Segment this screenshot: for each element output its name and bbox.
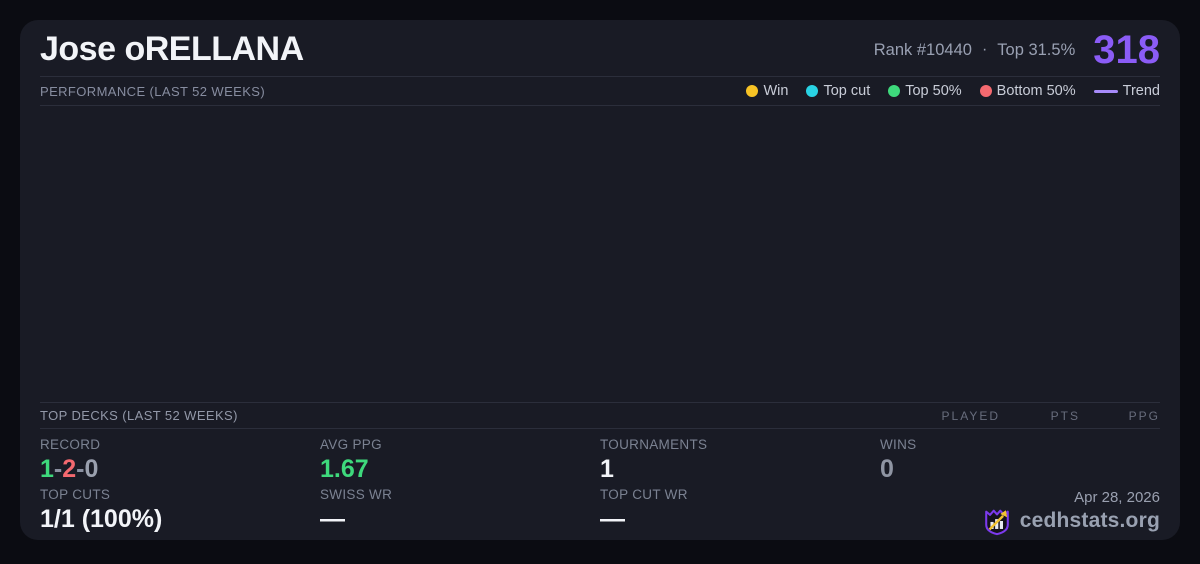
top-decks-columns: PLAYED PTS PPG xyxy=(920,409,1160,423)
top-50-dot-icon xyxy=(888,85,900,97)
stat-label: TOP CUT WR xyxy=(600,487,880,502)
rank-separator: · xyxy=(982,41,987,59)
legend-item-trend: Trend xyxy=(1094,83,1160,99)
stat-label: TOURNAMENTS xyxy=(600,437,880,452)
legend-item-top-50: Top 50% xyxy=(888,83,961,99)
brand: cedhstats.org xyxy=(982,506,1160,536)
record-value: 1-2-0 xyxy=(40,455,320,484)
tournaments-value: 1 xyxy=(600,455,880,484)
top-percent-text: Top 31.5% xyxy=(997,41,1075,60)
card-header: Jose oRELLANA Rank #10440 · Top 31.5% 31… xyxy=(40,20,1160,77)
legend-label: Bottom 50% xyxy=(997,83,1076,99)
player-name: Jose oRELLANA xyxy=(40,31,304,68)
generated-date: Apr 28, 2026 xyxy=(1074,489,1160,506)
stat-avg-ppg: AVG PPG 1.67 xyxy=(320,437,600,484)
stat-record: RECORD 1-2-0 xyxy=(40,437,320,484)
footer: Apr 28, 2026 cedhstats.org xyxy=(880,487,1160,536)
wins-value: 0 xyxy=(880,455,1160,484)
swiss-wr-value: — xyxy=(320,505,600,534)
stat-swiss-wr: SWISS WR — xyxy=(320,487,600,536)
performance-section-label: PERFORMANCE (LAST 52 WEEKS) xyxy=(40,84,265,99)
legend-label: Trend xyxy=(1123,83,1160,99)
record-draws: 0 xyxy=(84,455,98,483)
performance-chart-area xyxy=(40,106,1160,402)
top-cut-dot-icon xyxy=(806,85,818,97)
win-dot-icon xyxy=(746,85,758,97)
trend-line-icon xyxy=(1094,90,1118,93)
record-wins: 1 xyxy=(40,455,54,483)
brand-text: cedhstats.org xyxy=(1020,509,1160,533)
legend-label: Top 50% xyxy=(905,83,961,99)
legend-label: Win xyxy=(763,83,788,99)
stat-wins: WINS 0 xyxy=(880,437,1160,484)
stat-tournaments: TOURNAMENTS 1 xyxy=(600,437,880,484)
stat-label: WINS xyxy=(880,437,1160,452)
column-header-pts: PTS xyxy=(1000,409,1080,423)
stat-top-cut-wr: TOP CUT WR — xyxy=(600,487,880,536)
stat-label: SWISS WR xyxy=(320,487,600,502)
legend-item-top-cut: Top cut xyxy=(806,83,870,99)
points-value: 318 xyxy=(1093,30,1160,70)
top-decks-section-label: TOP DECKS (LAST 52 WEEKS) xyxy=(40,408,238,423)
chart-legend: Win Top cut Top 50% Bottom 50% Trend xyxy=(746,83,1160,99)
bottom-50-dot-icon xyxy=(980,85,992,97)
top-cuts-value: 1/1 (100%) xyxy=(40,505,320,534)
rank-text: Rank #10440 xyxy=(874,41,972,60)
legend-item-win: Win xyxy=(746,83,788,99)
header-right: Rank #10440 · Top 31.5% 318 xyxy=(874,30,1160,70)
avg-ppg-value: 1.67 xyxy=(320,455,600,484)
top-decks-header-row: TOP DECKS (LAST 52 WEEKS) PLAYED PTS PPG xyxy=(40,402,1160,429)
stats-grid: RECORD 1-2-0 AVG PPG 1.67 TOURNAMENTS 1 … xyxy=(40,429,1160,540)
column-header-played: PLAYED xyxy=(920,409,1000,423)
rank-line: Rank #10440 · Top 31.5% xyxy=(874,41,1075,60)
stat-label: RECORD xyxy=(40,437,320,452)
legend-item-bottom-50: Bottom 50% xyxy=(980,83,1076,99)
record-losses: 2 xyxy=(62,455,76,483)
stat-top-cuts: TOP CUTS 1/1 (100%) xyxy=(40,487,320,536)
performance-header-row: PERFORMANCE (LAST 52 WEEKS) Win Top cut … xyxy=(40,77,1160,106)
column-header-ppg: PPG xyxy=(1080,409,1160,423)
stat-label: AVG PPG xyxy=(320,437,600,452)
cedhstats-logo-icon xyxy=(982,506,1012,536)
player-stats-card: Jose oRELLANA Rank #10440 · Top 31.5% 31… xyxy=(20,20,1180,540)
stat-label: TOP CUTS xyxy=(40,487,320,502)
top-cut-wr-value: — xyxy=(600,505,880,534)
record-separator: - xyxy=(54,455,62,483)
legend-label: Top cut xyxy=(823,83,870,99)
